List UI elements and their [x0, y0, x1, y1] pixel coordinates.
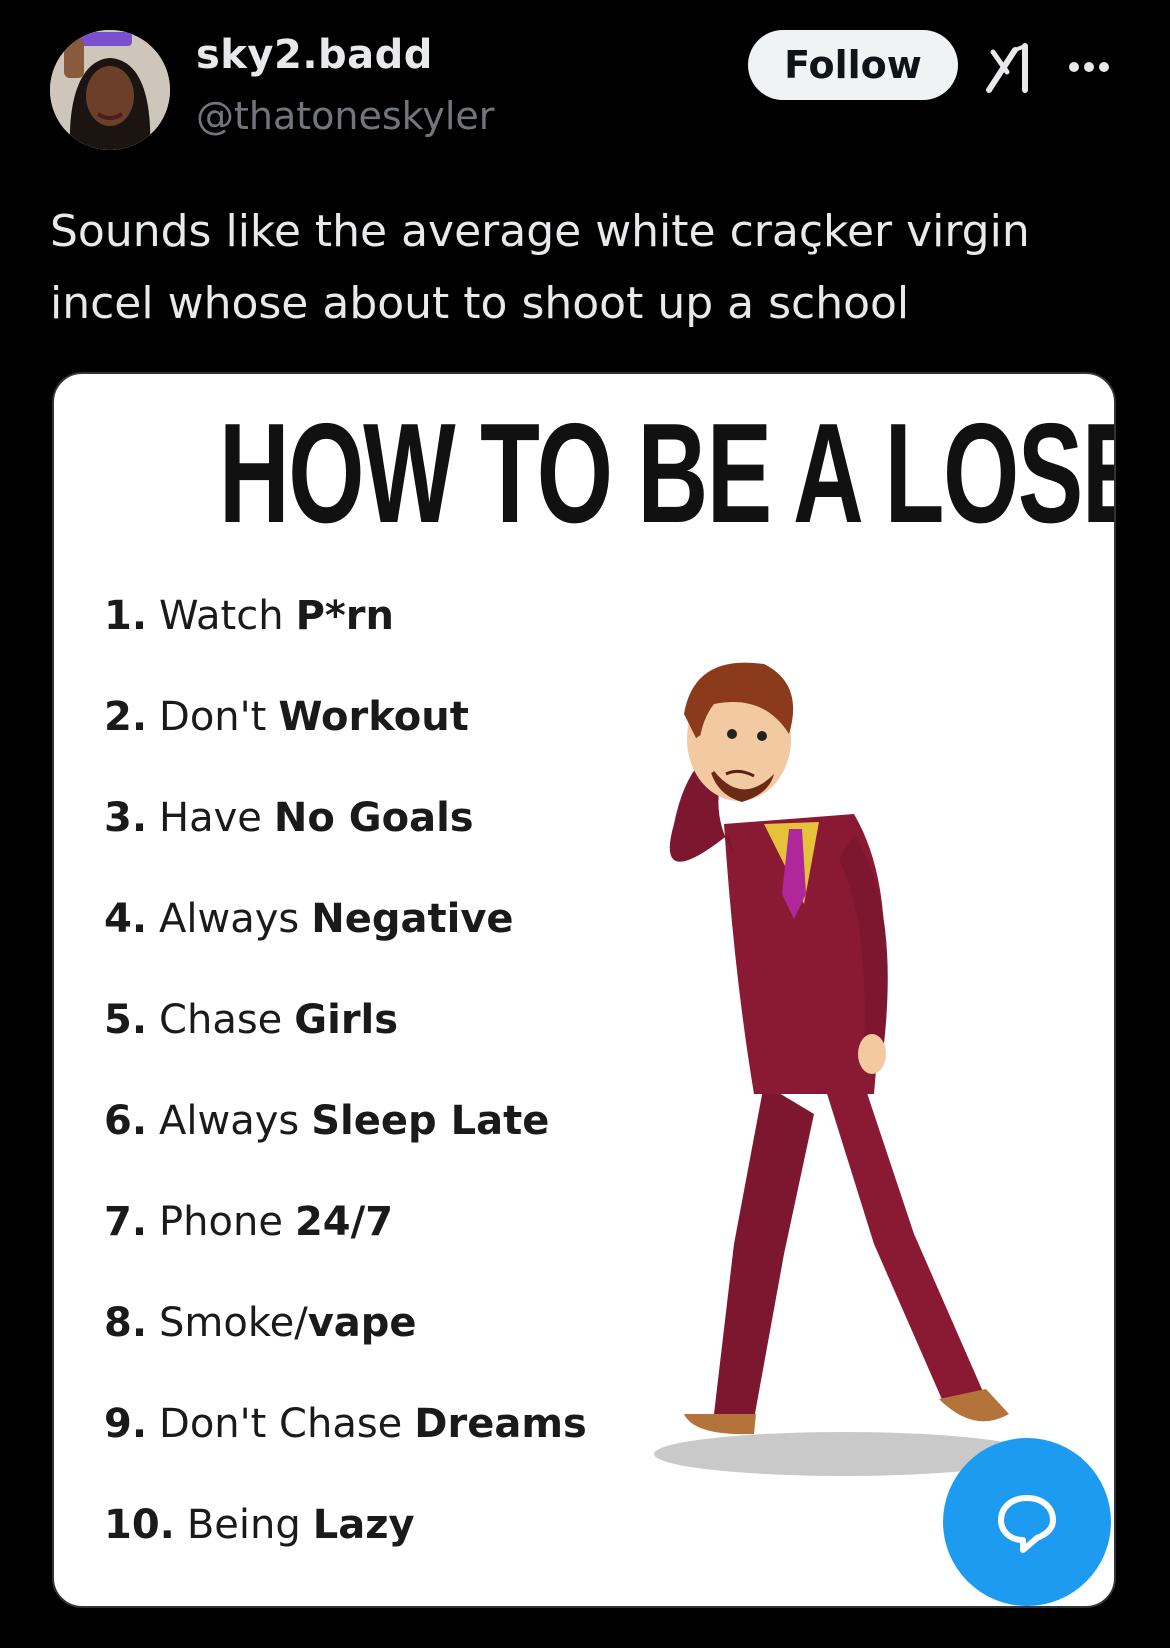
item-text: Don't: [159, 694, 267, 740]
item-emphasis: Lazy: [312, 1502, 415, 1548]
list-item: 5. Chase Girls: [104, 996, 587, 1097]
item-text: Smoke/: [159, 1300, 308, 1346]
loser-list: 1. Watch P*rn 2. Don't Workout 3. Have No Goal…: [104, 592, 587, 1602]
list-item: 8. Smoke/vape: [104, 1299, 587, 1400]
item-emphasis: No Goals: [273, 795, 474, 841]
tweet-text-line-1: Sounds like the average white craçker vi…: [50, 206, 1030, 257]
item-text: Being: [186, 1502, 301, 1548]
item-text: Always: [159, 896, 300, 942]
item-text: Don't Chase: [159, 1401, 403, 1447]
item-text: Have: [159, 795, 262, 841]
item-emphasis: vape: [307, 1300, 417, 1346]
follow-button[interactable]: Follow: [748, 30, 958, 100]
item-number: 5.: [104, 997, 148, 1043]
item-emphasis: P*rn: [295, 593, 394, 639]
item-number: 9.: [104, 1401, 148, 1447]
item-text: Chase: [159, 997, 283, 1043]
list-item: 2. Don't Workout: [104, 693, 587, 794]
tweet-text-line-2: incel whose about to shoot up a school: [50, 278, 910, 329]
author-handle[interactable]: @thatoneskyler: [196, 94, 494, 138]
item-number: 1.: [104, 593, 148, 639]
list-item: 9. Don't Chase Dreams: [104, 1400, 587, 1501]
more-dots-icon[interactable]: [1066, 52, 1112, 82]
avatar-photo: [50, 30, 170, 150]
item-text: Phone: [159, 1199, 283, 1245]
tweet-header: sky2.badd @thatoneskyler Follow: [0, 0, 1170, 170]
item-number: 4.: [104, 896, 148, 942]
item-text: Watch: [159, 593, 284, 639]
item-number: 3.: [104, 795, 148, 841]
media-image[interactable]: HOW TO BE A LOSER 1. Watch P*rn 2. Don't Wor…: [52, 372, 1116, 1608]
item-number: 7.: [104, 1199, 148, 1245]
grok-icon[interactable]: [985, 42, 1037, 94]
list-item: 6. Always Sleep Late: [104, 1097, 587, 1198]
list-item: 3. Have No Goals: [104, 794, 587, 895]
list-item: 4. Always Negative: [104, 895, 587, 996]
tweet-text: Sounds like the average white craçker vi…: [50, 196, 1130, 340]
list-item: 1. Watch P*rn: [104, 592, 587, 693]
sad-man-illustration: [654, 662, 1034, 1476]
item-emphasis: Workout: [278, 694, 469, 740]
author-avatar[interactable]: [50, 30, 170, 150]
item-number: 8.: [104, 1300, 148, 1346]
item-emphasis: Negative: [311, 896, 514, 942]
list-item: 7. Phone 24/7: [104, 1198, 587, 1299]
list-item: 10. Being Lazy: [104, 1501, 587, 1602]
item-emphasis: Sleep Late: [311, 1098, 550, 1144]
item-emphasis: Dreams: [414, 1401, 587, 1447]
item-number: 10.: [104, 1502, 175, 1548]
item-number: 6.: [104, 1098, 148, 1144]
chat-bubble-icon: [998, 1495, 1056, 1553]
item-emphasis: 24/7: [294, 1199, 394, 1245]
author-name[interactable]: sky2.badd: [196, 32, 433, 78]
item-emphasis: Girls: [294, 997, 399, 1043]
item-text: Always: [159, 1098, 300, 1144]
meme-title: HOW TO BE A LOSER: [218, 394, 1116, 553]
item-number: 2.: [104, 694, 148, 740]
reply-button[interactable]: [943, 1438, 1111, 1606]
